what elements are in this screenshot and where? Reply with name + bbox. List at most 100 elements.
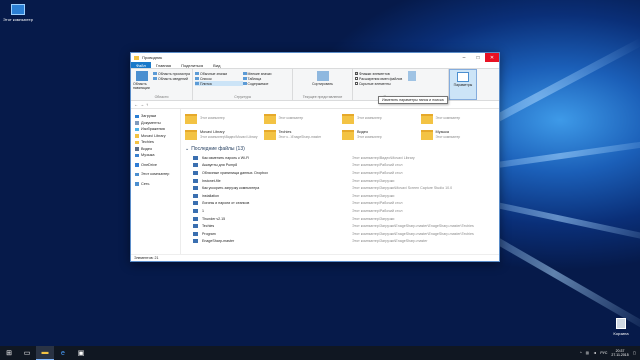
- maximize-button[interactable]: □: [471, 53, 485, 62]
- desktop-this-pc[interactable]: Этот компьютер: [2, 4, 34, 22]
- folder-tile[interactable]: Movavi Library Этот компьютер\Видео\Movav…: [185, 127, 260, 142]
- edge-icon: e: [61, 349, 65, 357]
- recent-file-row[interactable]: Аккаунты для Pump8 Этот компьютер\Рабочий…: [185, 162, 495, 170]
- recent-file-row[interactable]: 1 Этот компьютер\Рабочий стол: [185, 207, 495, 215]
- folder-tile[interactable]: Этот компьютер: [185, 111, 260, 126]
- layout-option-label: Содержимое: [247, 81, 269, 86]
- file-icon: [193, 231, 198, 236]
- nav-item[interactable]: OneDrive: [131, 162, 180, 169]
- tab-file[interactable]: Файл: [131, 62, 151, 68]
- window-title: Проводник: [142, 55, 163, 60]
- nav-item[interactable]: Этот компьютер: [131, 171, 180, 178]
- network-icon[interactable]: ▥: [586, 351, 589, 355]
- nav-item-label: Movavi Library: [141, 133, 166, 138]
- checkbox[interactable]: [355, 82, 358, 85]
- recent-files-title: Последние файлы (13): [191, 146, 245, 152]
- tab-share[interactable]: Поделиться: [176, 62, 208, 68]
- file-name: installation: [202, 193, 219, 198]
- tab-home[interactable]: Главная: [151, 62, 176, 68]
- recent-file-row[interactable]: Instonet-file Этот компьютер\Загрузки: [185, 177, 495, 185]
- taskbar-edge[interactable]: e: [54, 346, 72, 360]
- folder-tile[interactable]: Музыка Этот компьютер: [420, 127, 496, 142]
- details-pane-label: Область сведений: [157, 76, 188, 81]
- layout-option-label: Список: [200, 76, 212, 81]
- checkbox[interactable]: [355, 77, 358, 80]
- checkbox[interactable]: ✓: [355, 72, 358, 76]
- taskbar-explorer[interactable]: ▬: [36, 346, 54, 360]
- folder-text: Techies Этот к...\EnageSharp-master: [279, 130, 322, 139]
- file-name: EnageSharp-master: [202, 239, 235, 244]
- network-icon: [135, 182, 139, 186]
- layout-icon: [195, 77, 199, 80]
- sort-button[interactable]: Сортировать: [312, 71, 334, 86]
- nav-item[interactable]: Музыка: [131, 152, 180, 159]
- taskbar-store[interactable]: ▣: [72, 346, 90, 360]
- folder-tile[interactable]: Этот компьютер: [263, 111, 339, 126]
- folder-tile[interactable]: Видео Этот компьютер: [342, 127, 417, 142]
- file-name: Techies: [202, 224, 215, 229]
- clock-date: 27.11.2015: [611, 353, 629, 357]
- tab-view[interactable]: Вид: [208, 62, 225, 68]
- checkbox-hidden-items[interactable]: Скрытые элементы: [355, 81, 402, 86]
- up-arrow-icon[interactable]: ↑: [146, 102, 148, 107]
- checkbox-file-extensions[interactable]: Расширения имен файлов: [355, 76, 402, 81]
- checkbox-label: Расширения имен файлов: [359, 76, 403, 81]
- options-button[interactable]: Параметры: [452, 72, 474, 87]
- recent-file-row[interactable]: Techies Этот компьютер\Загрузки\EnageShar…: [185, 222, 495, 230]
- desktop-recycle-bin[interactable]: Корзина: [605, 318, 637, 336]
- options-icon: [457, 72, 469, 82]
- recent-file-row[interactable]: Облачные хранилища данных. Dropbox Этот к…: [185, 169, 495, 177]
- layout-option[interactable]: Содержимое: [242, 81, 291, 86]
- forward-arrow-icon[interactable]: →: [140, 102, 144, 107]
- layout-option-selected[interactable]: Плитка: [195, 81, 243, 86]
- recent-file-row[interactable]: installation Этот компьютер\Загрузки: [185, 192, 495, 200]
- language-indicator[interactable]: РУС: [600, 351, 607, 355]
- title-bar: Проводник – □ ✕: [131, 53, 499, 62]
- hide-selected-button[interactable]: [402, 71, 422, 98]
- folder-location: Этот компьютер: [435, 116, 461, 121]
- file-name: Логины и пароли от сеансов: [202, 201, 250, 206]
- volume-icon[interactable]: ◄: [593, 351, 596, 355]
- file-name: Instonet-file: [202, 178, 221, 183]
- back-arrow-icon[interactable]: ←: [134, 102, 138, 107]
- recent-file-row[interactable]: Как изменить пароль к Wi-Fi Этот компьюте…: [185, 154, 495, 162]
- minimize-button[interactable]: –: [457, 53, 471, 62]
- close-button[interactable]: ✕: [485, 53, 499, 62]
- file-icon: [193, 193, 198, 198]
- details-pane-button[interactable]: Область сведений: [152, 76, 190, 81]
- folder-tile[interactable]: Этот компьютер: [342, 111, 417, 126]
- layout-icon: [242, 77, 247, 80]
- nav-item-label: Загрузки: [141, 114, 157, 119]
- clock[interactable]: 20:37 27.11.2015: [611, 349, 628, 357]
- file-name: Облачные хранилища данных. Dropbox: [202, 170, 269, 175]
- nav-item[interactable]: Сеть: [131, 181, 180, 188]
- recent-file-row[interactable]: Program Этот компьютер\Загрузки\EnageShar…: [185, 230, 495, 238]
- recent-files-header[interactable]: ⌄ Последние файлы (13): [185, 146, 495, 152]
- file-icon: [193, 224, 198, 229]
- nav-item-label: Документы: [141, 120, 161, 125]
- layout-icon: [242, 82, 247, 85]
- file-icon: [193, 239, 198, 244]
- nav-pane-button[interactable]: Область навигации: [133, 71, 151, 98]
- task-view-button[interactable]: ▭: [18, 346, 36, 360]
- folder-location: Этот компьютер: [357, 134, 382, 139]
- recent-file-row[interactable]: Логины и пароли от сеансов Этот компьютер…: [185, 200, 495, 208]
- preview-pane-label: Область просмотра: [157, 71, 190, 76]
- sort-icon: [316, 71, 329, 81]
- recent-file-row[interactable]: Thunder v2.15 Этот компьютер\Загрузки: [185, 215, 495, 223]
- windows-logo-icon: ⊞: [6, 350, 12, 357]
- chevron-up-icon[interactable]: ^: [580, 351, 582, 355]
- cloud-icon: [135, 163, 139, 167]
- options-label: Параметры: [453, 83, 473, 87]
- layout-group: Обычные значки Мелкие значки Список Табл…: [193, 69, 293, 100]
- preview-pane-button[interactable]: Область просмотра: [152, 71, 190, 76]
- notifications-icon[interactable]: ▢: [633, 351, 636, 355]
- layout-option-label: Обычные значки: [200, 71, 228, 76]
- folder-location: Этот компьютер: [435, 134, 461, 139]
- start-button[interactable]: ⊞: [0, 346, 18, 360]
- recent-file-row[interactable]: EnageSharp-master Этот компьютер\Загрузки…: [185, 238, 495, 246]
- computer-icon: [11, 4, 25, 15]
- recent-file-row[interactable]: Как ускорить загрузку компьютера Этот ком…: [185, 184, 495, 192]
- folder-tile[interactable]: Этот компьютер: [420, 111, 496, 126]
- folder-tile[interactable]: Techies Этот к...\EnageSharp-master: [263, 127, 339, 142]
